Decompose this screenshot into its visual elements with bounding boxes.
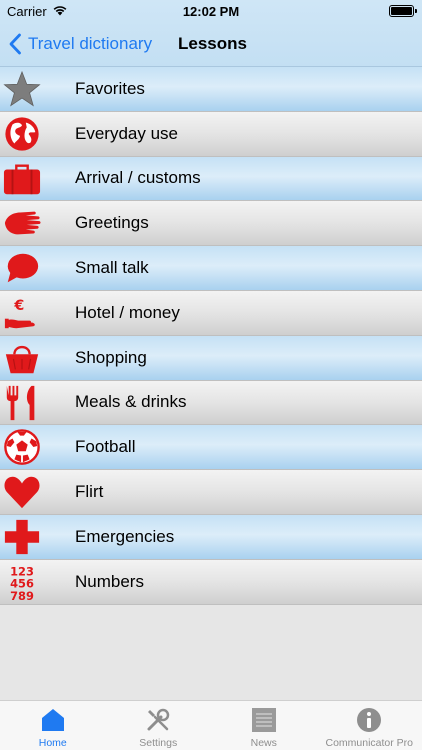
tab-communicator-pro[interactable]: Communicator Pro — [317, 701, 422, 750]
navigation-bar: Travel dictionary Lessons — [0, 22, 422, 66]
lesson-label: Shopping — [75, 347, 147, 367]
lesson-label: Meals & drinks — [75, 392, 187, 412]
svg-text:€: € — [13, 298, 24, 314]
status-bar: Carrier 12:02 PM — [0, 0, 422, 22]
tab-label: Communicator Pro — [325, 737, 414, 749]
header: Carrier 12:02 PM Travel dictionary Lesso… — [0, 0, 422, 67]
page-title: Lessons — [178, 34, 247, 53]
tab-settings[interactable]: Settings — [106, 701, 212, 750]
clock: 12:02 PM — [182, 4, 240, 19]
lesson-row-arrival-customs[interactable]: Arrival / customs — [0, 156, 422, 202]
tab-bar: Home Settings News Communicator Pro — [0, 700, 422, 750]
tab-label: Settings — [139, 737, 178, 749]
lesson-row-favorites[interactable]: Favorites — [0, 67, 422, 112]
tab-home[interactable]: Home — [0, 701, 106, 750]
lesson-label: Arrival / customs — [75, 168, 201, 188]
tab-label: News — [250, 737, 277, 749]
chevron-left-icon — [9, 33, 21, 55]
fork-knife-icon — [2, 384, 42, 422]
lesson-row-meals-drinks[interactable]: Meals & drinks — [0, 380, 422, 426]
numbers-glyph-row: 789 — [10, 589, 34, 601]
lesson-row-greetings[interactable]: Greetings — [0, 201, 422, 247]
lesson-row-hotel-money[interactable]: € Hotel / money — [0, 290, 422, 336]
numbers-icon: 123 456 789 — [2, 563, 42, 601]
lesson-label: Hotel / money — [75, 302, 180, 322]
back-label: Travel dictionary — [28, 34, 153, 53]
lesson-row-flirt[interactable]: Flirt — [0, 470, 422, 515]
tab-news[interactable]: News — [211, 701, 317, 750]
lesson-row-football[interactable]: Football — [0, 425, 422, 471]
lesson-list: Favorites Everyday use Arrival / customs — [0, 67, 422, 605]
lesson-label: Numbers — [75, 571, 144, 591]
lesson-label: Flirt — [75, 482, 104, 502]
speech-bubble-icon — [2, 249, 42, 287]
lesson-label: Football — [75, 437, 136, 457]
lesson-row-numbers[interactable]: 123 456 789 Numbers — [0, 559, 422, 605]
tab-label: Home — [38, 737, 67, 749]
home-icon — [41, 709, 64, 731]
tools-icon — [147, 708, 170, 731]
red-cross-icon — [2, 518, 42, 556]
basket-icon — [2, 339, 42, 377]
back-button[interactable]: Travel dictionary — [8, 22, 152, 66]
soccer-ball-icon — [2, 428, 42, 466]
battery-icon — [389, 5, 417, 17]
lesson-row-emergencies[interactable]: Emergencies — [0, 514, 422, 560]
lesson-label: Emergencies — [75, 526, 175, 546]
lesson-row-everyday-use[interactable]: Everyday use — [0, 111, 422, 157]
lesson-label: Greetings — [75, 213, 149, 233]
star-icon — [2, 70, 42, 108]
heart-icon — [2, 473, 42, 511]
lesson-label: Small talk — [75, 258, 149, 278]
lesson-label: Favorites — [75, 78, 145, 98]
lesson-row-shopping[interactable]: Shopping — [0, 335, 422, 381]
news-icon — [251, 708, 276, 732]
lesson-row-small-talk[interactable]: Small talk — [0, 246, 422, 291]
lesson-label: Everyday use — [75, 123, 178, 143]
suitcase-icon — [2, 160, 42, 198]
euro-hand-icon: € — [2, 294, 42, 332]
hand-icon — [2, 204, 42, 242]
info-icon — [357, 708, 382, 732]
globe-icon — [2, 115, 42, 153]
